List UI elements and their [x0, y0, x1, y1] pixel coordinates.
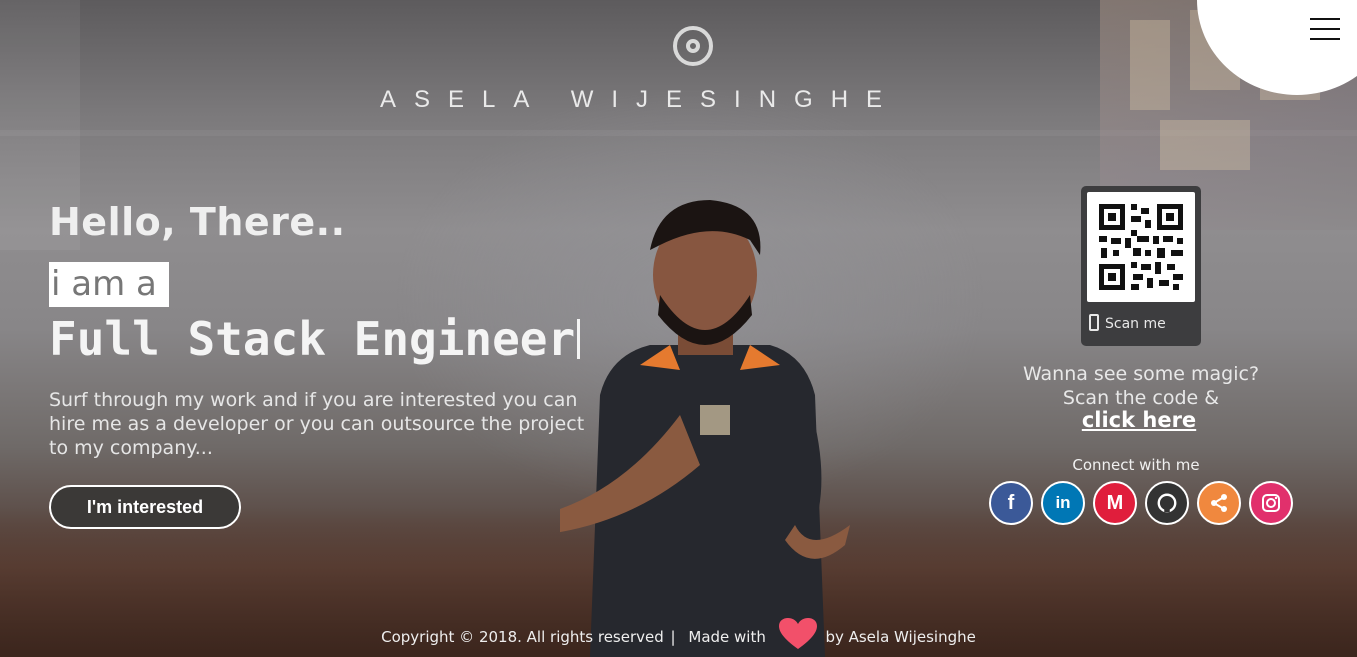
- speaker-photo: [560, 200, 850, 657]
- click-here-link[interactable]: click here: [1000, 408, 1278, 432]
- copyright-text: Copyright © 2018. All rights reserved: [381, 628, 664, 646]
- intro-highlight: i am a: [49, 262, 169, 307]
- linkedin-icon[interactable]: in: [1041, 481, 1085, 525]
- share-icon[interactable]: [1197, 481, 1241, 525]
- medium-icon[interactable]: M: [1093, 481, 1137, 525]
- hero-description: Surf through my work and if you are inte…: [49, 389, 585, 459]
- instagram-icon[interactable]: [1249, 481, 1293, 525]
- phone-icon: [1089, 314, 1099, 331]
- qr-card[interactable]: Scan me: [1081, 186, 1201, 346]
- magic-text: Wanna see some magic? Scan the code &: [1022, 363, 1260, 409]
- footer-separator: |: [670, 628, 676, 646]
- logo-icon[interactable]: [673, 26, 713, 66]
- role-text: Full Stack Engineer: [49, 312, 576, 366]
- heart-icon: [778, 618, 817, 649]
- footer: Copyright © 2018. All rights reserved | …: [0, 618, 1357, 650]
- hamburger-menu-icon[interactable]: [1305, 18, 1345, 48]
- greeting: Hello, There..: [49, 200, 346, 244]
- role-title: Full Stack Engineer: [49, 312, 581, 366]
- made-with-text: Made with: [688, 628, 766, 646]
- author-credit: by Asela Wijesinghe: [825, 628, 976, 646]
- connect-title: Connect with me: [1072, 456, 1200, 474]
- typing-cursor: [577, 319, 581, 359]
- qr-code: [1087, 192, 1195, 302]
- site-name: ASELA WIJESINGHE: [380, 86, 901, 113]
- github-icon[interactable]: [1145, 481, 1189, 525]
- scan-me-text: Scan me: [1105, 316, 1166, 332]
- facebook-icon[interactable]: f: [989, 481, 1033, 525]
- social-links: f in M: [989, 481, 1299, 527]
- scan-me-label: Scan me: [1089, 314, 1166, 332]
- interested-button[interactable]: I'm interested: [49, 485, 241, 529]
